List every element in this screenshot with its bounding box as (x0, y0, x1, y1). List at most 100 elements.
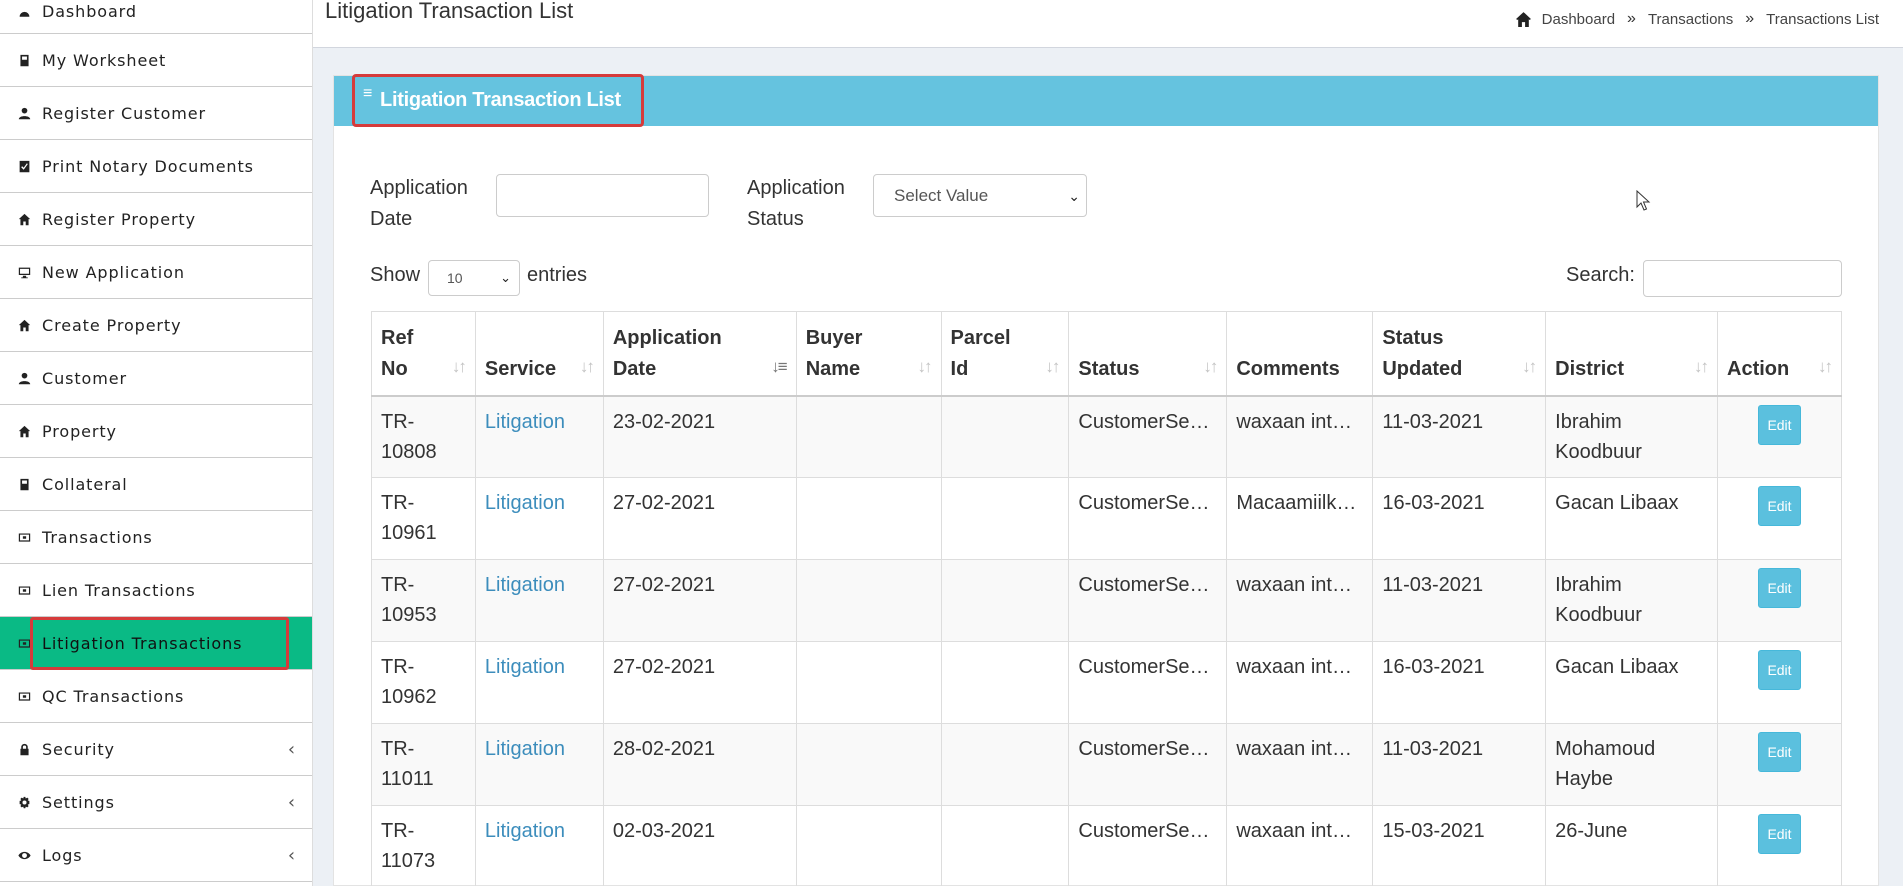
edit-button[interactable]: Edit (1758, 568, 1801, 608)
table-row: TR- 11011 Litigation 28-02-2021 CustomerSe… w… (371, 723, 1842, 806)
sidebar-item-label: Print Notary Documents (42, 156, 254, 176)
status: CustomerSe… (1078, 820, 1210, 842)
cell-comments: waxaan int… (1226, 723, 1374, 806)
sidebar-item-create-property[interactable]: Create Property (0, 299, 312, 352)
service-link[interactable]: Litigation (485, 656, 565, 678)
sidebar-item-my-worksheet[interactable]: My Worksheet (0, 34, 312, 87)
column-header: Comments (1226, 311, 1374, 396)
column-header[interactable]: Buyer Name ↓↑ (795, 311, 942, 396)
sidebar-item-customer[interactable]: Customer (0, 352, 312, 405)
sort-desc-icon: ↓≡ (771, 356, 787, 376)
mouse-cursor-icon (1636, 190, 1651, 211)
status: CustomerSe… (1078, 738, 1210, 760)
comments: waxaan int… (1236, 410, 1352, 433)
sidebar-item-new-application[interactable]: New Application (0, 246, 312, 299)
label-line: Status (747, 208, 804, 230)
cell-comments: waxaan int… (1226, 559, 1374, 642)
comments: Macaamiilk… (1236, 492, 1357, 514)
edit-button[interactable]: Edit (1758, 732, 1801, 772)
sidebar-item-label: Settings (42, 792, 115, 812)
column-header[interactable]: Status Updated ↓↑ (1372, 311, 1547, 396)
sidebar-item-collateral[interactable]: Collateral (0, 458, 312, 511)
ref-no: 10953 (381, 604, 437, 626)
sidebar-item-logs[interactable]: Logs ‹ (0, 829, 312, 882)
ref-no: 11073 (381, 850, 436, 872)
print-icon (16, 158, 32, 174)
edit-button[interactable]: Edit (1758, 486, 1801, 526)
edit-button[interactable]: Edit (1758, 814, 1801, 854)
application-date-input[interactable] (496, 174, 709, 217)
edit-button[interactable]: Edit (1758, 650, 1801, 690)
user-icon (16, 105, 32, 121)
breadcrumb-transactions[interactable]: Transactions (1648, 11, 1733, 28)
edit-button[interactable]: Edit (1758, 404, 1801, 445)
sort-icon: ↓↑ (1818, 356, 1833, 376)
cell-date: 02-03-2021 (602, 805, 797, 886)
cell-updated: 11-03-2021 (1372, 395, 1547, 478)
sort-icon: ↓↑ (1522, 356, 1537, 376)
column-header-line: Comments (1236, 357, 1340, 380)
sidebar-item-transactions[interactable]: Transactions (0, 511, 312, 564)
sidebar-item-settings[interactable]: Settings ‹ (0, 776, 312, 829)
cell-buyer (795, 395, 942, 478)
service-link[interactable]: Litigation (485, 738, 565, 760)
column-header[interactable]: Application Date ↓≡ (602, 311, 797, 396)
sidebar-item-label: My Worksheet (42, 50, 167, 70)
status-updated: 11-03-2021 (1382, 738, 1484, 760)
service-link[interactable]: Litigation (485, 820, 565, 842)
sidebar-item-label: Collateral (42, 474, 128, 494)
sort-icon: ↓↑ (1203, 356, 1218, 376)
breadcrumb-dashboard[interactable]: Dashboard (1542, 11, 1615, 28)
column-header[interactable]: Service ↓↑ (474, 311, 604, 396)
cell-date: 28-02-2021 (602, 723, 797, 806)
cell-district: Gacan Libaax (1545, 477, 1719, 560)
sidebar-item-security[interactable]: Security ‹ (0, 723, 312, 776)
cell-service: Litigation (474, 477, 604, 560)
cell-comments: waxaan int… (1226, 641, 1374, 724)
service-link[interactable]: Litigation (485, 411, 565, 433)
column-header-line: Ref (381, 326, 414, 349)
application-status-select[interactable]: Select Value ⌄ (873, 174, 1087, 217)
service-link[interactable]: Litigation (485, 492, 565, 514)
ref-no: TR- (381, 820, 415, 842)
application-status-label: Application Status (747, 173, 845, 235)
money-icon (16, 688, 32, 704)
table-row: TR- 10962 Litigation 27-02-2021 CustomerSe… w… (371, 641, 1842, 724)
sidebar-item-litigation-transactions[interactable]: Litigation Transactions (0, 617, 312, 670)
cell-district: Ibrahim Koodbuur (1545, 559, 1719, 642)
sidebar-item-qc-transactions[interactable]: QC Transactions (0, 670, 312, 723)
sidebar-item-label: Security (42, 739, 115, 759)
sidebar-item-print-notary-documents[interactable]: Print Notary Documents (0, 140, 312, 193)
sidebar-item-lien-transactions[interactable]: Lien Transactions (0, 564, 312, 617)
cell-updated: 16-03-2021 (1372, 641, 1547, 724)
cell-parcel (940, 477, 1070, 560)
column-header[interactable]: District ↓↑ (1545, 311, 1719, 396)
breadcrumb-separator: » (1627, 10, 1636, 27)
application-date: 02-03-2021 (612, 820, 716, 842)
cell-updated: 16-03-2021 (1372, 477, 1547, 560)
sidebar-item-register-property[interactable]: Register Property (0, 193, 312, 246)
search-input[interactable] (1643, 260, 1842, 297)
cell-service: Litigation (474, 805, 604, 886)
column-header[interactable]: Status ↓↑ (1068, 311, 1228, 396)
sort-icon: ↓↑ (579, 356, 595, 376)
cell-status: CustomerSe… (1068, 723, 1228, 806)
service-link[interactable]: Litigation (485, 574, 565, 596)
district: Mohamoud (1555, 738, 1656, 760)
column-header[interactable]: Parcel Id ↓↑ (940, 311, 1070, 396)
column-header[interactable]: Action ↓↑ (1717, 311, 1842, 396)
chevron-left-icon: ‹ (287, 738, 296, 760)
sidebar-item-property[interactable]: Property (0, 405, 312, 458)
cell-status: CustomerSe… (1068, 477, 1228, 560)
entries-length-select[interactable]: 10 ⌄ (428, 260, 520, 296)
cell-action: Edit (1717, 395, 1842, 478)
cell-district: Ibrahim Koodbuur (1545, 395, 1719, 478)
sidebar-item-register-customer[interactable]: Register Customer (0, 87, 312, 140)
column-header[interactable]: Ref No ↓↑ (371, 311, 476, 396)
cell-date: 27-02-2021 (602, 641, 797, 724)
sidebar-item-label: Lien Transactions (42, 580, 196, 600)
sidebar-item-dashboard[interactable]: Dashboard (0, 0, 312, 34)
cell-date: 27-02-2021 (602, 477, 797, 560)
cell-ref-no: TR- 11011 (371, 723, 476, 806)
cell-date: 27-02-2021 (602, 559, 797, 642)
